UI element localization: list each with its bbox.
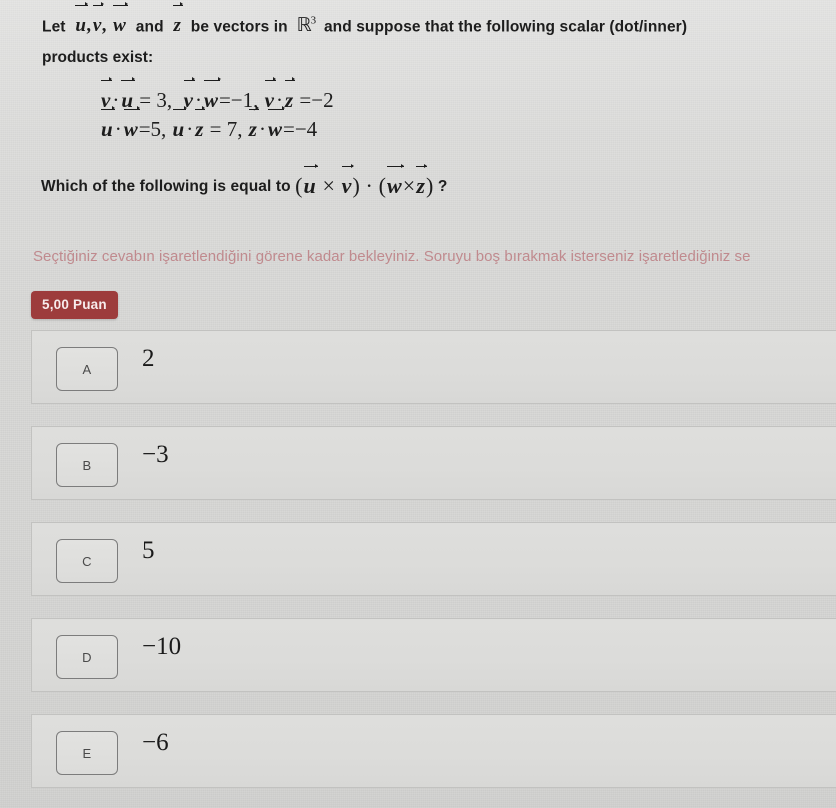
question-expression: (u × v) · (w×z) <box>295 163 434 198</box>
eq-1-3-value: −2 <box>311 88 334 112</box>
eq-2-3-value: −4 <box>294 117 318 141</box>
question-prompt: Which of the following is equal to (u × … <box>41 163 448 199</box>
option-letter-b[interactable]: B <box>56 443 118 487</box>
stem-text-suppose: and suppose that the following scalar (d… <box>323 18 688 36</box>
eq-2-2-value: 7 <box>226 117 238 141</box>
points-badge: 5,00 Puan <box>31 291 118 319</box>
option-letter-c[interactable]: C <box>56 539 118 583</box>
stem-text-let: Let <box>42 18 66 36</box>
option-card-d[interactable]: D −10 <box>31 618 836 692</box>
option-spacer <box>0 692 836 714</box>
stem-line-1: Let u,v, w and z be vectors in ℝ3 and su… <box>42 2 802 42</box>
option-spacer <box>0 596 836 618</box>
option-card-b[interactable]: B −3 <box>31 426 836 500</box>
option-spacer <box>0 404 836 426</box>
option-value-e: −6 <box>142 729 169 756</box>
option-value-c: 5 <box>142 537 155 564</box>
answer-options-list: A 2 B −3 C 5 D −10 E −6 <box>0 330 836 788</box>
paren-open-2: ( <box>378 173 387 198</box>
option-value-d: −10 <box>142 633 182 660</box>
stem-text-and: and <box>135 18 164 36</box>
option-letter-e[interactable]: E <box>56 731 118 775</box>
option-spacer <box>0 500 836 522</box>
option-letter-d[interactable]: D <box>56 635 118 679</box>
eq-2-1-value: 5 <box>150 117 162 141</box>
option-card-a[interactable]: A 2 <box>31 330 836 404</box>
stem-line-2: products exist: <box>42 49 154 67</box>
paren-open-1: ( <box>295 173 303 198</box>
option-card-e[interactable]: E −6 <box>31 714 836 788</box>
vector-symbol-z: z <box>172 2 183 36</box>
paren-close-2: ) <box>425 173 434 198</box>
exam-question-page: Let u,v, w and z be vectors in ℝ3 and su… <box>0 0 836 808</box>
option-letter-a[interactable]: A <box>56 347 118 391</box>
question-suffix: ? <box>437 178 448 195</box>
given-dot-products: v·u = 3, v·w=−1, v·z =−2 u·w=5, u·z = 7,… <box>100 77 334 144</box>
cross-symbol-1: × <box>322 173 335 198</box>
question-stem: Let u,v, w and z be vectors in ℝ3 and su… <box>42 2 802 73</box>
eq-1-1-value: 3 <box>156 88 167 112</box>
option-value-a: 2 <box>142 345 155 372</box>
equation-row-2: u·w=5, u·z = 7, z·w=−4 <box>100 106 334 144</box>
instruction-notice: Seçtiğiniz cevabın işaretlendiğini gören… <box>33 248 751 265</box>
stem-text-be-vectors-in: be vectors in <box>190 18 288 36</box>
real-space-symbol: ℝ3 <box>296 14 316 37</box>
equation-row-1: v·u = 3, v·w=−1, v·z =−2 <box>100 77 334 115</box>
option-card-c[interactable]: C 5 <box>31 522 836 596</box>
dot-symbol: · <box>365 173 373 198</box>
real-space-exponent: 3 <box>310 15 316 27</box>
option-value-b: −3 <box>142 441 169 468</box>
vector-symbols-uvw: u,v, w <box>74 2 129 36</box>
paren-close-1: ) <box>352 173 360 198</box>
question-prefix: Which of the following is equal to <box>41 178 291 195</box>
cross-symbol-2: × <box>402 173 416 198</box>
